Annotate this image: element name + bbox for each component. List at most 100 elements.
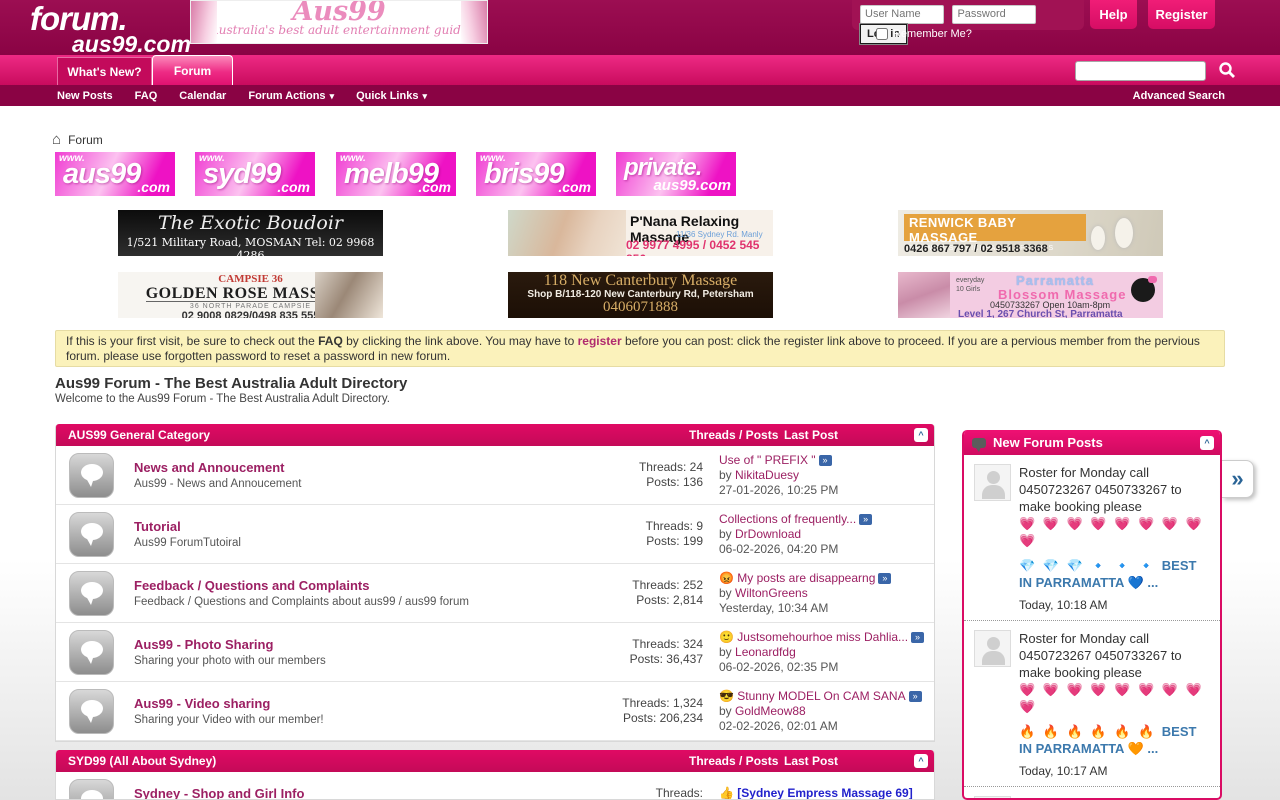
main-tab-bar: What's New? Forum [0,55,1280,85]
remember-me-checkbox[interactable] [876,28,888,40]
nav-faq[interactable]: FAQ [135,90,158,102]
collapse-category-button[interactable]: ^ [914,428,928,442]
first-visit-notice: If this is your first visit, be sure to … [55,330,1225,367]
last-post-title-link[interactable]: [Sydney Empress Massage 69] [737,786,912,800]
forum-stats: Threads: 1,324 Posts: 206,234 [601,696,719,726]
forum-stats: Threads: 324 Posts: 36,437 [601,637,719,667]
logo-aus99[interactable]: www. aus99 .com [55,152,175,196]
goto-last-post-icon[interactable] [909,691,922,702]
sidebar-post[interactable]: Roster for Monday call 0450723267 045073… [964,455,1220,621]
forum-row-photo-sharing: Aus99 - Photo Sharing Sharing your photo… [56,623,934,682]
thread-emoji-icon: 🙂 [719,630,734,644]
by-label: by [719,645,735,659]
nav-new-posts[interactable]: New Posts [57,90,113,102]
column-threads-posts: Threads / Posts [689,428,784,442]
post-date: Today, 10:18 AM [1019,597,1212,614]
home-icon[interactable]: ⌂ [52,131,61,148]
forum-row-feedback: Feedback / Questions and Complaints Feed… [56,564,934,623]
forum-title-link[interactable]: Aus99 - Video sharing [134,696,601,711]
last-post-date: 06-02-2026, 02:35 PM [719,660,928,675]
sidebar-post[interactable]: Roster for Monday call 0450723267 045073… [964,787,1220,800]
secondary-nav-bar: New Posts FAQ Calendar Forum Actions Qui… [0,85,1280,106]
last-post-user-link[interactable]: GoldMeow88 [735,704,806,718]
nav-quick-links-menu[interactable]: Quick Links [356,90,427,102]
last-post-date: 02-02-2026, 02:01 AM [719,719,928,734]
password-input[interactable] [952,5,1036,24]
last-post-title-link[interactable]: Justsomehourhoe miss Dahlia... [737,630,908,644]
last-post-cell: Use of " PREFIX " by NikitaDuesy 27-01-2… [719,453,934,498]
forum-title-link[interactable]: Tutorial [134,519,601,534]
avatar[interactable] [974,630,1011,667]
logo-syd99[interactable]: www. syd99 .com [195,152,315,196]
nav-calendar[interactable]: Calendar [179,90,226,102]
sidebar-expand-button[interactable]: » [1222,460,1254,498]
remember-me[interactable]: Remember Me? [876,28,972,40]
forum-title-link[interactable]: Aus99 - Photo Sharing [134,637,601,652]
collapse-widget-button[interactable]: ^ [1200,436,1214,450]
ad-118-canterbury-massage[interactable]: 118 New Canterbury Massage Shop B/118-12… [508,272,773,318]
advanced-search-link[interactable]: Advanced Search [1133,90,1225,102]
ad-golden-rose-massage[interactable]: CAMPSIE 36 GOLDEN ROSE MASSAGE 36 NORTH … [118,272,383,318]
category-title[interactable]: AUS99 General Category [68,428,689,442]
ad-exotic-boudoir[interactable]: The Exotic Boudoir 1/521 Military Road, … [118,210,383,256]
ad-blossom-massage[interactable]: everyday 10 Girls Parramatta Blossom Mas… [898,272,1163,318]
forum-description: Aus99 ForumTutoiral [134,537,601,549]
last-post-user-link[interactable]: Leonardfdg [735,645,796,659]
ad-tag: everyday 10 Girls [956,276,990,294]
breadcrumb-forum[interactable]: Forum [68,133,103,147]
logo-private-aus99[interactable]: private. aus99.com [616,152,736,196]
goto-last-post-icon[interactable] [878,573,891,584]
last-post-cell: Collections of frequently... by DrDownlo… [719,512,934,557]
ad-title: The Exotic Boudoir [118,210,383,236]
forum-title-link[interactable]: News and Annoucement [134,460,601,475]
tab-forum[interactable]: Forum [152,55,233,85]
forum-speech-bubble-icon [69,779,114,800]
goto-last-post-icon[interactable] [911,632,924,643]
logo-name: syd99 [203,158,280,191]
last-post-title-link[interactable]: Use of " PREFIX " [719,453,816,467]
search-button[interactable] [1212,59,1242,83]
category-title[interactable]: SYD99 (All About Sydney) [68,754,689,768]
last-post-title-link[interactable]: Collections of frequently... [719,512,856,526]
ad-renwick-massage[interactable]: RENWICK BABY MASSAGE RENWICK ST LEICHHAR… [898,210,1163,256]
nav-forum-actions-menu[interactable]: Forum Actions [248,90,334,102]
forum-stats: Threads: 252 Posts: 2,814 [601,578,719,608]
last-post-cell: 😎 Stunny MODEL On CAM SANA by GoldMeow88… [719,689,934,734]
help-button[interactable]: Help [1090,0,1137,29]
goto-last-post-icon[interactable] [819,455,832,466]
forum-title-link[interactable]: Sydney - Shop and Girl Info [134,786,601,800]
avatar[interactable] [974,464,1011,501]
forum-stats: Threads: 61,276 [601,786,719,800]
forum-stats: Threads: 24 Posts: 136 [601,460,719,490]
ad-pnana-massage[interactable]: P'Nana Relaxing Massage 11/36 Sydney Rd.… [508,210,773,256]
last-post-user-link[interactable]: WiltonGreens [735,586,808,600]
tail-emoji: 💙 ... [1124,575,1158,590]
header-banner-ad[interactable]: Aus99 Australia's best adult entertainme… [190,0,488,44]
speech-bubble-icon [972,438,986,448]
forum-title-link[interactable]: Feedback / Questions and Complaints [134,578,601,593]
sidebar-post[interactable]: Roster for Monday call 0450723267 045073… [964,621,1220,787]
forum-stats: Threads: 9 Posts: 199 [601,519,719,549]
register-link[interactable]: register [578,334,622,348]
tab-whats-new[interactable]: What's New? [57,57,152,85]
avatar[interactable] [974,796,1011,800]
last-post-title-link[interactable]: My posts are disappearng [737,571,875,585]
goto-last-post-icon[interactable] [859,514,872,525]
ad-title: 118 New Canterbury Massage [508,272,773,289]
logo-bris99[interactable]: www. bris99 .com [476,152,596,196]
ad-title: RENWICK BABY MASSAGE [909,215,1081,245]
forum-row-tutorial: Tutorial Aus99 ForumTutoiral Threads: 9 … [56,505,934,564]
last-post-user-link[interactable]: NikitaDuesy [735,468,799,482]
username-input[interactable] [860,5,944,24]
search-input[interactable] [1075,61,1206,81]
register-button[interactable]: Register [1148,0,1215,29]
category-header: SYD99 (All About Sydney) Threads / Posts… [56,750,934,772]
last-post-user-link[interactable]: DrDownload [735,527,801,541]
collapse-category-button[interactable]: ^ [914,754,928,768]
last-post-title-link[interactable]: Stunny MODEL On CAM SANA [737,689,905,703]
logo-tld: .com [137,179,170,195]
site-logo[interactable]: forum. aus99.com [30,2,191,56]
logo-melb99[interactable]: www. melb99 .com [336,152,456,196]
faq-link[interactable]: FAQ [318,334,343,348]
column-threads-posts: Threads / Posts [689,754,784,768]
